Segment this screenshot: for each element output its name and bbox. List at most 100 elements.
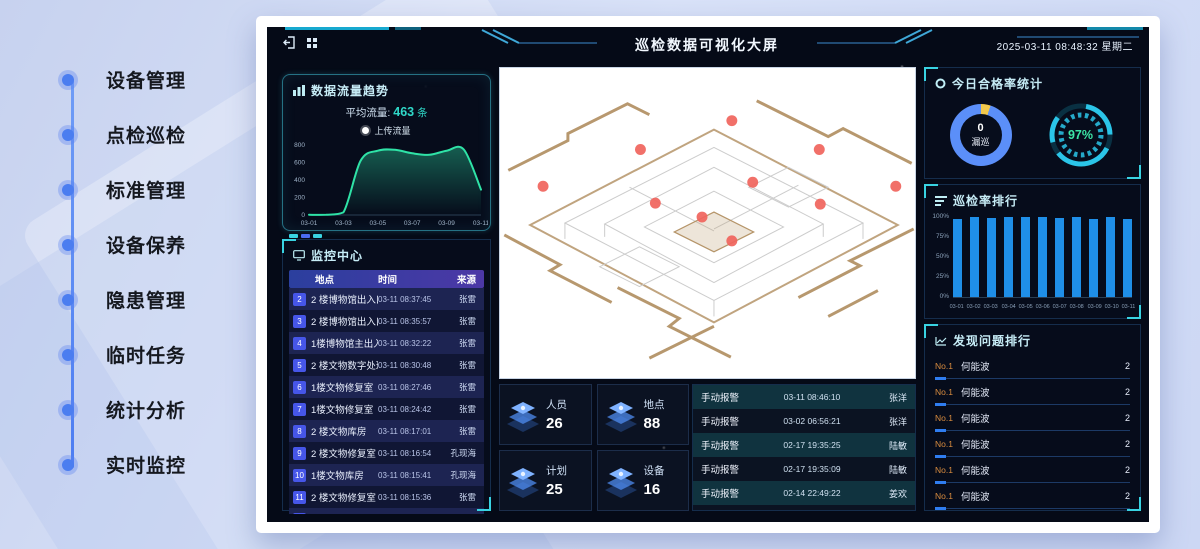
row-time: 03-11 08:35:57 (378, 317, 450, 326)
stat-icon (500, 462, 546, 500)
monitor-table-body: 2 2 楼博物馆出入口 03-11 08:37:45 张雷 3 2 楼博物馆出入… (289, 288, 484, 514)
sidebar-item[interactable]: 设备保养 (62, 217, 242, 272)
list-item[interactable]: No.1 何能波 2 (935, 353, 1130, 379)
header-datetime: 2025-03-11 08:48:32 星期二 (997, 38, 1133, 53)
sidebar-item[interactable]: 临时任务 (62, 327, 242, 382)
person-name: 何能波 (961, 359, 1125, 373)
inspection-rate-panel: 巡检率排行 100%75%50%25%0% 03-0103-0203-0303-… (924, 184, 1141, 319)
average-flow: 平均流量: 463 条 (283, 105, 490, 120)
bar (1004, 217, 1013, 297)
rank-badge: No.1 (935, 387, 961, 397)
dashboard-frame: 巡检数据可视化大屏 2025-03-11 08:48:32 星期二 数据流量趋势… (256, 16, 1160, 533)
building-3d-map[interactable] (499, 67, 916, 379)
stat-label: 计划 (546, 463, 567, 478)
table-row[interactable]: 3 2 楼博物馆出入口 03-11 08:35:57 张雷 (289, 310, 484, 332)
stat-card: 设备 16 (597, 450, 690, 511)
manual-alarm-panel: 手动报警 03-11 08:46:10 张洋 手动报警 03-02 06:56:… (692, 384, 916, 511)
bar (987, 218, 996, 297)
person-name: 何能波 (961, 411, 1125, 425)
inspection-point-marker[interactable] (538, 181, 549, 192)
sidebar-bullet-icon (62, 294, 74, 306)
sidebar-item[interactable]: 标准管理 (62, 162, 242, 217)
row-number-badge: 10 (293, 469, 306, 482)
problem-count: 2 (1125, 439, 1130, 449)
table-row[interactable]: 12 2 楼文物库房 03-11 08:14:22 孔现海 (289, 508, 484, 514)
person-name: 何能波 (961, 385, 1125, 399)
panel-title: 巡检率排行 (953, 192, 1018, 209)
problem-count: 2 (1125, 491, 1130, 501)
table-row[interactable]: 8 2 楼文物库房 03-11 08:17:01 张雷 (289, 420, 484, 442)
table-row[interactable]: 11 2 楼文物修复室 03-11 08:15:36 张雷 (289, 486, 484, 508)
row-number-badge: 8 (293, 425, 306, 438)
inspection-point-marker[interactable] (650, 198, 661, 209)
row-number-badge: 3 (293, 315, 306, 328)
row-time: 03-11 08:30:48 (378, 361, 450, 370)
list-item[interactable]: 手动报警 02-14 22:49:22 姜欢 (693, 481, 915, 505)
rank-badge: No.1 (935, 413, 961, 423)
row-number-badge: 5 (293, 359, 306, 372)
svg-text:400: 400 (294, 177, 305, 184)
table-row[interactable]: 9 2 楼文物修复室 03-11 08:16:54 孔现海 (289, 442, 484, 464)
row-source: 孔现海 (450, 469, 484, 481)
table-row[interactable]: 5 2 楼文物数字处理室 03-11 08:30:48 张雷 (289, 354, 484, 376)
panel-title: 发现问题排行 (953, 332, 1031, 349)
svg-text:03-01: 03-01 (301, 220, 318, 227)
alarm-type: 手动报警 (701, 486, 759, 500)
svg-text:800: 800 (294, 142, 305, 149)
list-item[interactable]: No.1 何能波 2 (935, 457, 1130, 483)
table-row[interactable]: 10 1楼文物库房 03-11 08:15:41 孔现海 (289, 464, 484, 486)
alarm-time: 03-02 06:56:21 (759, 416, 865, 426)
sidebar-item[interactable]: 实时监控 (62, 437, 242, 492)
map-courtyard (674, 212, 753, 252)
sidebar-item[interactable]: 统计分析 (62, 382, 242, 437)
stat-value: 25 (546, 481, 567, 498)
sidebar-item[interactable]: 隐患管理 (62, 272, 242, 327)
list-item[interactable]: 手动报警 02-17 19:35:09 陆敏 (693, 457, 915, 481)
list-item[interactable]: No.1 何能波 2 (935, 483, 1130, 509)
alarm-name: 姜欢 (865, 487, 907, 500)
list-item[interactable]: 手动报警 02-17 19:35:25 陆敏 (693, 433, 915, 457)
bar (953, 219, 962, 297)
data-flow-trend-panel: 数据流量趋势 平均流量: 463 条 上传流量 0200400600800 03… (282, 74, 491, 231)
list-item[interactable]: No.1 何能波 2 (935, 431, 1130, 457)
svg-text:03-09: 03-09 (438, 220, 455, 227)
problem-count: 2 (1125, 465, 1130, 475)
row-time: 03-11 08:32:22 (378, 339, 450, 348)
inspection-point-marker[interactable] (814, 144, 825, 155)
alarm-name: 陆敏 (865, 463, 907, 476)
sidebar-item[interactable]: 点检巡检 (62, 107, 242, 162)
stat-card: 地点 88 (597, 384, 690, 445)
sidebar-bullet-icon (62, 184, 74, 196)
sidebar-item-label: 设备管理 (106, 66, 186, 93)
list-item[interactable]: No.1 何能波 2 (935, 405, 1130, 431)
row-time: 03-11 08:16:54 (378, 449, 450, 458)
inspection-point-marker[interactable] (697, 212, 708, 223)
alarm-time: 02-14 22:49:22 (759, 488, 865, 498)
list-item[interactable]: No.1 何能波 2 (935, 379, 1130, 405)
bar (1089, 219, 1098, 297)
list-item[interactable]: 手动报警 03-02 06:56:21 张洋 (693, 409, 915, 433)
inspection-point-marker[interactable] (635, 144, 646, 155)
problem-count: 2 (1125, 413, 1130, 423)
inspection-point-marker[interactable] (890, 181, 901, 192)
panel-title: 监控中心 (311, 247, 363, 264)
list-item[interactable]: 手动报警 03-11 08:46:10 张洋 (693, 385, 915, 409)
list-item[interactable]: 手动报警 03-04 07:50:52 张多贵 (693, 505, 915, 510)
inspection-point-marker[interactable] (747, 177, 758, 188)
table-row[interactable]: 4 1楼博物馆主出入口 03-11 08:32:22 张雷 (289, 332, 484, 354)
sidebar-bullet-icon (62, 404, 74, 416)
row-time: 03-11 08:15:41 (378, 471, 450, 480)
rank-badge: No.1 (935, 439, 961, 449)
sidebar-item[interactable]: 设备管理 (62, 52, 242, 107)
inspection-point-marker[interactable] (726, 235, 737, 246)
bar (1106, 217, 1115, 297)
bar (1055, 218, 1064, 297)
row-place: 2 楼文物修复室 (311, 490, 378, 504)
alarm-name: 张洋 (865, 391, 907, 404)
table-row[interactable]: 7 1楼文物修复室 03-11 08:24:42 张雷 (289, 398, 484, 420)
table-row[interactable]: 2 2 楼博物馆出入口 03-11 08:37:45 张雷 (289, 288, 484, 310)
row-number-badge: 11 (293, 491, 306, 504)
table-row[interactable]: 6 1楼文物修复室 03-11 08:27:46 张雷 (289, 376, 484, 398)
inspection-point-marker[interactable] (815, 199, 826, 210)
inspection-point-marker[interactable] (726, 115, 737, 126)
